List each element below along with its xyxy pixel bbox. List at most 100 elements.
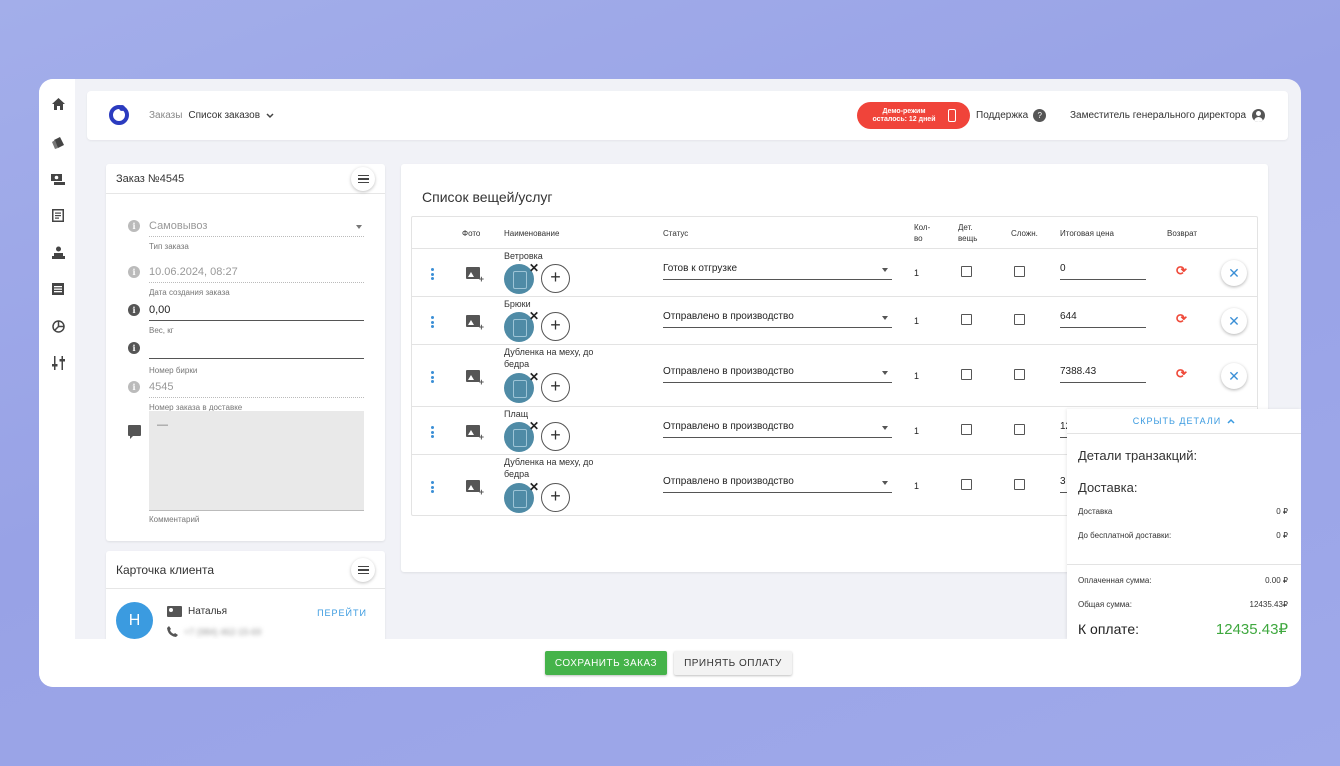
home-icon[interactable]	[50, 96, 66, 112]
support-link[interactable]: Поддержка ?	[976, 109, 1047, 122]
order-menu-button[interactable]	[351, 167, 375, 191]
table-row: Ветровка ✕ + Готов к отгрузке 1 0 ⟳ ✕	[412, 248, 1257, 296]
comment-icon	[128, 425, 141, 439]
add-photo-button[interactable]: +	[541, 264, 570, 293]
staff-icon[interactable]	[50, 244, 66, 260]
breadcrumb-root[interactable]: Заказы	[149, 110, 182, 121]
complex-checkbox[interactable]	[1014, 424, 1025, 435]
status-select[interactable]: Отправлено в производство	[663, 311, 892, 328]
client-card: Карточка клиента Н Наталья +7 (984) 462-…	[106, 551, 385, 651]
kid-item-checkbox[interactable]	[961, 369, 972, 380]
price-input[interactable]: 7388.43	[1060, 366, 1146, 383]
user-menu[interactable]: Заместитель генерального директора	[1070, 109, 1266, 122]
pie-chart-icon[interactable]	[50, 318, 66, 334]
order-card: Заказ №4545 i Самовывоз Тип заказа i 10.…	[106, 164, 385, 541]
status-value: Отправлено в производство	[663, 421, 794, 432]
list-icon[interactable]	[50, 281, 66, 297]
refund-icon[interactable]: ⟳	[1176, 263, 1187, 279]
to-pay-value: 12435.43₽	[1215, 621, 1288, 638]
remove-photo-icon[interactable]: ✕	[529, 309, 539, 323]
status-select[interactable]: Отправлено в производство	[663, 421, 892, 438]
total-value: 12435.43₽	[1249, 600, 1288, 609]
status-select[interactable]: Отправлено в производство	[663, 476, 892, 493]
kid-item-checkbox[interactable]	[961, 314, 972, 325]
items-title: Список вещей/услуг	[422, 189, 553, 205]
chevron-down-icon[interactable]	[266, 112, 274, 119]
add-photo-button[interactable]: +	[541, 483, 570, 512]
dropdown-caret-icon	[882, 268, 888, 272]
refund-icon[interactable]: ⟳	[1176, 311, 1187, 327]
remove-item-button[interactable]: ✕	[1221, 308, 1247, 334]
breadcrumb-current[interactable]: Список заказов	[188, 110, 260, 121]
refund-icon[interactable]: ⟳	[1176, 366, 1187, 382]
avatar: Н	[116, 602, 153, 639]
add-photo-icon[interactable]	[466, 425, 484, 442]
demo-line-1: Демо-режим	[882, 107, 926, 115]
row-menu-icon[interactable]	[431, 371, 434, 383]
chevron-up-icon	[1227, 418, 1235, 424]
price-input[interactable]: 644	[1060, 311, 1146, 328]
remove-item-button[interactable]: ✕	[1221, 260, 1247, 286]
item-name: Брюки	[504, 299, 531, 309]
complex-checkbox[interactable]	[1014, 266, 1025, 277]
status-value: Отправлено в производство	[663, 311, 794, 322]
complex-checkbox[interactable]	[1014, 369, 1025, 380]
weight-input[interactable]: 0,00	[149, 301, 364, 321]
remove-photo-icon[interactable]: ✕	[529, 480, 539, 494]
info-icon: i	[128, 342, 140, 354]
add-photo-icon[interactable]	[466, 315, 484, 332]
kid-item-checkbox[interactable]	[961, 424, 972, 435]
accept-payment-button[interactable]: ПРИНЯТЬ ОПЛАТУ	[674, 651, 792, 675]
client-name: Наталья	[188, 606, 228, 617]
document-icon[interactable]	[50, 207, 66, 223]
dropdown-caret-icon	[882, 481, 888, 485]
remove-photo-icon[interactable]: ✕	[529, 419, 539, 433]
add-photo-icon[interactable]	[466, 370, 484, 387]
add-photo-icon[interactable]	[466, 480, 484, 497]
remove-photo-icon[interactable]: ✕	[529, 370, 539, 384]
row-menu-icon[interactable]	[431, 426, 434, 438]
col-qty-line-2: во	[914, 234, 923, 243]
row-menu-icon[interactable]	[431, 268, 434, 280]
item-name: Дубленка на меху, до бедра	[504, 347, 594, 369]
add-photo-button[interactable]: +	[541, 312, 570, 341]
kid-item-checkbox[interactable]	[961, 479, 972, 490]
add-photo-button[interactable]: +	[541, 373, 570, 402]
add-photo-icon[interactable]	[466, 267, 484, 284]
cash-icon[interactable]	[50, 171, 66, 187]
complex-checkbox[interactable]	[1014, 314, 1025, 325]
order-type-label: Тип заказа	[149, 242, 189, 251]
tag-number-input[interactable]	[149, 339, 364, 359]
remove-photo-icon[interactable]: ✕	[529, 261, 539, 275]
price-input[interactable]: 0	[1060, 263, 1146, 280]
to-pay-row: К оплате: 12435.43₽	[1078, 620, 1288, 638]
tag-number-label: Номер бирки	[149, 366, 198, 375]
order-type-value[interactable]: Самовывоз	[149, 217, 364, 237]
comment-label: Комментарий	[149, 515, 200, 524]
table-row: Брюки ✕ + Отправлено в производство 1 64…	[412, 296, 1257, 344]
col-total: Итоговая цена	[1060, 229, 1114, 238]
col-kid: Дет. вещь	[958, 222, 977, 244]
sliders-icon[interactable]	[50, 355, 66, 371]
delivery-order-number-value: 4545	[149, 378, 364, 398]
row-menu-icon[interactable]	[431, 316, 434, 328]
app-logo[interactable]	[107, 102, 131, 126]
hide-details-button[interactable]: СКРЫТЬ ДЕТАЛИ	[1067, 409, 1301, 434]
add-photo-button[interactable]: +	[541, 422, 570, 451]
complex-checkbox[interactable]	[1014, 479, 1025, 490]
delivery-row: Доставка 0 ₽	[1078, 507, 1288, 516]
tags-icon[interactable]	[50, 134, 66, 150]
dropdown-caret-icon	[356, 225, 362, 229]
paid-value: 0.00 ₽	[1265, 576, 1288, 585]
save-order-button[interactable]: СОХРАНИТЬ ЗАКАЗ	[545, 651, 667, 675]
status-select[interactable]: Готов к отгрузке	[663, 263, 892, 280]
status-select[interactable]: Отправлено в производство	[663, 366, 892, 383]
demo-mode-badge[interactable]: Демо-режим осталось: 12 дней	[857, 102, 970, 129]
go-to-client-link[interactable]: ПЕРЕЙТИ	[317, 608, 367, 618]
row-menu-icon[interactable]	[431, 481, 434, 493]
remove-item-button[interactable]: ✕	[1221, 363, 1247, 389]
comment-textarea[interactable]: —	[149, 411, 364, 511]
client-menu-button[interactable]	[351, 558, 375, 582]
kid-item-checkbox[interactable]	[961, 266, 972, 277]
col-complex: Сложн.	[1011, 229, 1038, 238]
